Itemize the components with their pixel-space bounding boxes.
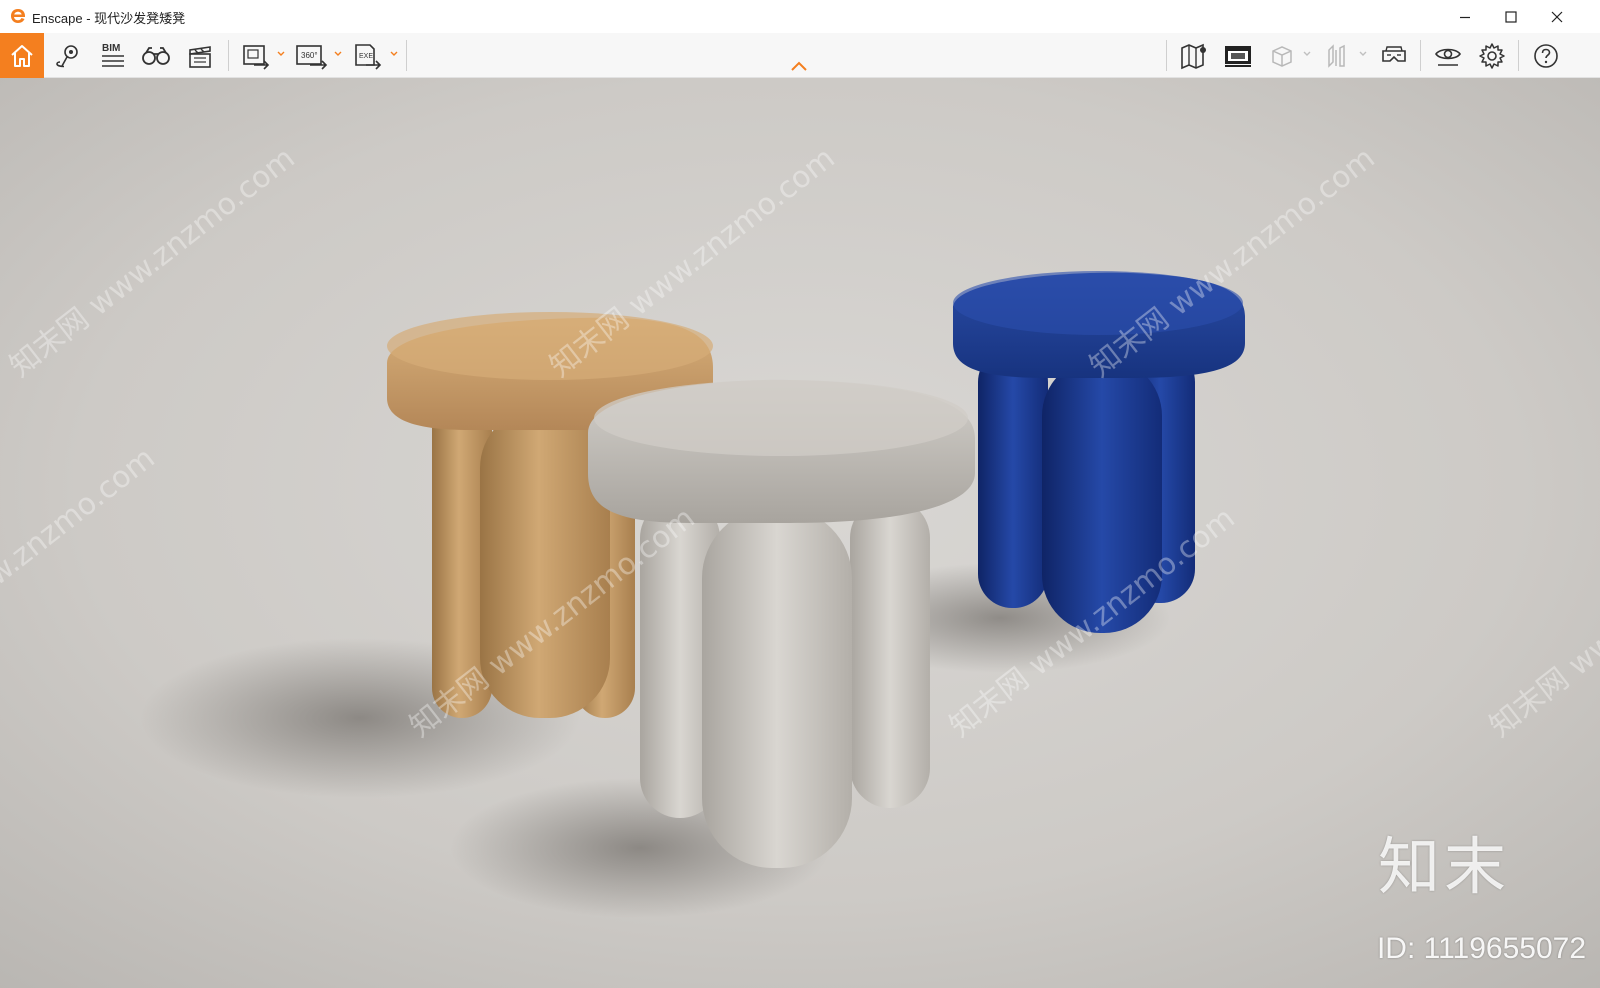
maximize-button[interactable]: [1488, 0, 1534, 33]
panorama-label: 360°: [301, 51, 318, 60]
toolbar-separator: [1420, 40, 1421, 71]
binoculars-icon: [142, 46, 170, 65]
minimize-button[interactable]: [1442, 0, 1488, 33]
export-image-icon: [243, 44, 270, 70]
location-pin-icon: [56, 44, 78, 67]
export-image-button[interactable]: [234, 33, 278, 78]
visual-settings-button[interactable]: [1426, 33, 1470, 78]
clapperboard-icon: [189, 45, 211, 68]
toolbar-separator: [1166, 40, 1167, 71]
window-title: Enscape - 现代沙发凳矮凳: [32, 11, 186, 26]
minimize-icon: [1460, 16, 1470, 18]
map-icon: [1181, 43, 1206, 69]
monitor-icon: [1225, 45, 1251, 67]
toolbar-separator: [406, 40, 407, 71]
grey-stool[interactable]: [588, 379, 975, 868]
home-button[interactable]: [0, 33, 44, 78]
help-icon: [1534, 43, 1558, 68]
export-exe-icon: EXE: [355, 43, 382, 70]
export-panorama-icon: 360°: [296, 44, 328, 70]
close-icon: [1551, 11, 1563, 22]
vr-goggles-icon: [1382, 45, 1406, 62]
eye-icon: [1435, 48, 1461, 66]
render-scene: 知末网 www.znzmo.com 知末网 www.znzmo.com 知末网 …: [0, 78, 1600, 988]
title-bar: Enscape - 现代沙发凳矮凳: [0, 0, 1600, 33]
views-button[interactable]: [46, 33, 90, 78]
video-editor-button[interactable]: [178, 33, 222, 78]
exe-label: EXE: [359, 53, 373, 60]
collapse-toolbar-icon[interactable]: [790, 60, 808, 72]
help-button[interactable]: [1524, 33, 1568, 78]
export-exe-button[interactable]: EXE: [346, 33, 390, 78]
cube-view-button[interactable]: [1260, 33, 1304, 78]
cube-icon: [1272, 45, 1292, 67]
screen-button[interactable]: [1216, 33, 1260, 78]
maximize-icon: [1505, 10, 1517, 23]
settings-button[interactable]: [1470, 33, 1514, 78]
chevron-down-icon[interactable]: [389, 49, 399, 59]
section-icon: [1328, 43, 1345, 68]
render-viewport[interactable]: 知末网 www.znzmo.com 知末网 www.znzmo.com 知末网 …: [0, 78, 1600, 988]
bim-label: BIM: [102, 43, 120, 54]
id-watermark: ID: 1119655072: [1376, 932, 1586, 965]
map-button[interactable]: [1172, 33, 1216, 78]
bim-button[interactable]: BIM: [90, 33, 134, 78]
close-button[interactable]: [1534, 0, 1580, 33]
toolbar-separator: [228, 40, 229, 71]
chevron-down-icon[interactable]: [276, 49, 286, 59]
vr-button[interactable]: [1372, 33, 1416, 78]
bim-icon: BIM: [102, 43, 124, 67]
main-toolbar: BIM 360° EXE: [0, 33, 1600, 78]
chevron-down-icon[interactable]: [1302, 49, 1312, 59]
export-panorama-button[interactable]: 360°: [290, 33, 334, 78]
gear-icon: [1479, 42, 1505, 69]
home-icon: [11, 44, 33, 67]
section-button[interactable]: [1316, 33, 1360, 78]
chevron-down-icon[interactable]: [1358, 49, 1368, 59]
toolbar-separator: [1518, 40, 1519, 71]
binoculars-button[interactable]: [134, 33, 178, 78]
brand-watermark: 知末: [1377, 830, 1510, 903]
chevron-down-icon[interactable]: [333, 49, 343, 59]
enscape-logo-icon: [11, 9, 25, 23]
